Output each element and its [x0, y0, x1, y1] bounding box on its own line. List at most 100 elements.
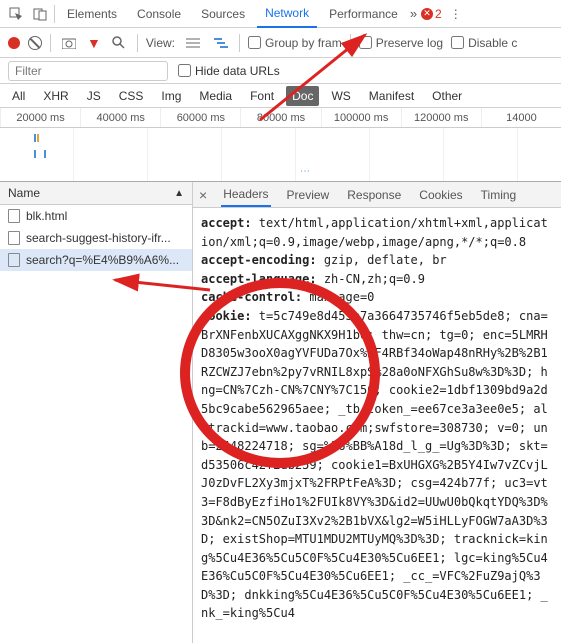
capture-screenshot-icon[interactable]: [59, 33, 79, 53]
timeline-header: 20000 ms 40000 ms 60000 ms 80000 ms 1000…: [0, 108, 561, 128]
request-row[interactable]: search?q=%E4%B9%A6%...: [0, 249, 192, 271]
header-key: accept:: [201, 216, 252, 230]
error-count: 2: [435, 7, 442, 21]
detail-tab-response[interactable]: Response: [345, 184, 403, 206]
filter-bar: Hide data URLs: [0, 58, 561, 84]
filter-input[interactable]: [8, 61, 168, 81]
separator: [54, 5, 55, 23]
separator: [239, 34, 240, 52]
timeline-tick: 60000 ms: [160, 108, 240, 127]
detail-tabs: × Headers Preview Response Cookies Timin…: [193, 182, 561, 208]
type-xhr[interactable]: XHR: [37, 86, 74, 106]
header-value: zh-CN,zh;q=0.9: [317, 272, 425, 286]
separator: [350, 34, 351, 52]
file-icon: [8, 209, 20, 223]
filter-icon[interactable]: ▼: [87, 35, 101, 51]
inspect-icon[interactable]: [6, 4, 26, 24]
more-tabs-icon[interactable]: »: [410, 6, 417, 21]
tab-console[interactable]: Console: [129, 1, 189, 27]
detail-tab-headers[interactable]: Headers: [221, 183, 270, 207]
hide-data-urls-label: Hide data URLs: [195, 64, 280, 78]
type-filter-row: All XHR JS CSS Img Media Font Doc WS Man…: [0, 84, 561, 108]
timeline-tick: 20000 ms: [0, 108, 80, 127]
close-detail-icon[interactable]: ×: [199, 187, 207, 203]
request-detail-panel: × Headers Preview Response Cookies Timin…: [193, 182, 561, 643]
timeline-loading-icon: ⋯: [300, 166, 312, 177]
request-list: blk.html search-suggest-history-ifr... s…: [0, 205, 192, 271]
name-column-header[interactable]: Name ▲: [0, 182, 192, 205]
type-font[interactable]: Font: [244, 86, 280, 106]
header-value: max-age=0: [302, 290, 374, 304]
view-list-icon[interactable]: [183, 33, 203, 53]
group-by-frame-checkbox[interactable]: Group by fram: [248, 36, 342, 50]
timeline-tick: 100000 ms: [321, 108, 401, 127]
timeline-tick: 14000: [481, 108, 561, 127]
type-doc[interactable]: Doc: [286, 86, 319, 106]
lower-panel: Name ▲ blk.html search-suggest-history-i…: [0, 182, 561, 643]
preserve-log-label: Preserve log: [376, 36, 443, 50]
network-toolbar: ▼ View: Group by fram Preserve log Disab…: [0, 28, 561, 58]
name-header-label: Name: [8, 186, 40, 200]
hide-data-urls-input[interactable]: [178, 64, 191, 77]
disable-cache-input[interactable]: [451, 36, 464, 49]
type-css[interactable]: CSS: [113, 86, 150, 106]
separator: [50, 34, 51, 52]
header-value: text/html,application/xhtml+xml,applicat…: [201, 216, 548, 249]
header-value: gzip, deflate, br: [317, 253, 447, 267]
separator: [137, 34, 138, 52]
type-js[interactable]: JS: [81, 86, 107, 106]
record-button[interactable]: [8, 37, 20, 49]
header-value: t=5c749e8d453e7a3664735746f5eb5de8; cna=…: [201, 309, 548, 621]
tab-network[interactable]: Network: [257, 0, 317, 28]
settings-menu-icon[interactable]: ⋮: [446, 4, 466, 24]
type-ws[interactable]: WS: [325, 86, 356, 106]
detail-tab-preview[interactable]: Preview: [285, 184, 332, 206]
header-key: cookie:: [201, 309, 252, 323]
error-icon: ✕: [421, 8, 433, 20]
tab-sources[interactable]: Sources: [193, 1, 253, 27]
clear-button[interactable]: [28, 36, 42, 50]
file-icon: [8, 253, 20, 267]
timeline-bar: [44, 150, 46, 158]
preserve-log-input[interactable]: [359, 36, 372, 49]
request-row[interactable]: search-suggest-history-ifr...: [0, 227, 192, 249]
timeline-tick: 120000 ms: [401, 108, 481, 127]
timeline-bar: [37, 134, 39, 142]
request-row[interactable]: blk.html: [0, 205, 192, 227]
header-key: accept-encoding:: [201, 253, 317, 267]
device-toggle-icon[interactable]: [30, 4, 50, 24]
type-media[interactable]: Media: [193, 86, 238, 106]
file-icon: [8, 231, 20, 245]
detail-tab-timing[interactable]: Timing: [479, 184, 519, 206]
devtools-tabs: Elements Console Sources Network Perform…: [0, 0, 561, 28]
group-by-frame-input[interactable]: [248, 36, 261, 49]
tab-elements[interactable]: Elements: [59, 1, 125, 27]
header-key: accept-language:: [201, 272, 317, 286]
timeline-overview[interactable]: ⋯: [0, 128, 561, 182]
preserve-log-checkbox[interactable]: Preserve log: [359, 36, 443, 50]
request-name: blk.html: [26, 209, 67, 223]
error-count-badge[interactable]: ✕ 2: [421, 7, 442, 21]
type-img[interactable]: Img: [155, 86, 187, 106]
detail-tab-cookies[interactable]: Cookies: [417, 184, 464, 206]
hide-data-urls-checkbox[interactable]: Hide data URLs: [178, 64, 280, 78]
timeline-tick: 40000 ms: [80, 108, 160, 127]
view-waterfall-icon[interactable]: [211, 33, 231, 53]
header-key: cache-control:: [201, 290, 302, 304]
type-other[interactable]: Other: [426, 86, 468, 106]
sort-asc-icon: ▲: [174, 188, 184, 199]
group-by-frame-label: Group by fram: [265, 36, 342, 50]
search-icon[interactable]: [109, 33, 129, 53]
type-all[interactable]: All: [6, 86, 31, 106]
type-manifest[interactable]: Manifest: [363, 86, 420, 106]
timeline-bar: [34, 134, 36, 142]
disable-cache-label: Disable c: [468, 36, 517, 50]
request-name-column: Name ▲ blk.html search-suggest-history-i…: [0, 182, 193, 643]
timeline-bar: [34, 150, 36, 158]
request-name: search?q=%E4%B9%A6%...: [26, 253, 179, 267]
headers-content[interactable]: accept: text/html,application/xhtml+xml,…: [193, 208, 561, 643]
timeline-tick: 80000 ms: [240, 108, 320, 127]
request-name: search-suggest-history-ifr...: [26, 231, 171, 245]
tab-performance[interactable]: Performance: [321, 1, 406, 27]
disable-cache-checkbox[interactable]: Disable c: [451, 36, 517, 50]
